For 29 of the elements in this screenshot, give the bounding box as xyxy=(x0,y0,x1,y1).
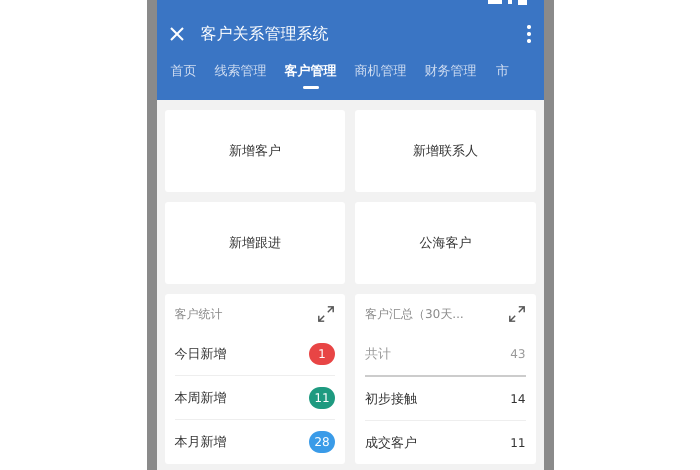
card-title: 客户汇总（30天... xyxy=(365,306,464,322)
nav-tab[interactable]: 线索管理 xyxy=(214,62,266,89)
card-title: 客户统计 xyxy=(174,306,222,322)
action-button[interactable]: 新增联系人 xyxy=(355,110,536,192)
app-title: 客户关系管理系统 xyxy=(200,24,330,44)
action-button[interactable]: 公海客户 xyxy=(355,202,536,284)
nav-tab[interactable]: 商机管理 xyxy=(354,62,406,89)
nav-tab[interactable]: 市 xyxy=(494,62,510,89)
count-badge: 28 xyxy=(309,430,335,452)
stage-label: 成交客户 xyxy=(365,434,417,452)
count-badge: 11 xyxy=(309,386,335,408)
action-button[interactable]: 新增跟进 xyxy=(164,202,345,284)
expand-icon[interactable] xyxy=(508,305,526,323)
stat-label: 本周新增 xyxy=(174,390,226,406)
stat-label: 本月新增 xyxy=(174,434,226,450)
nav-tab[interactable]: 首页 xyxy=(170,62,196,89)
nav-tab[interactable]: 客户管理 xyxy=(284,62,336,89)
stage-label: 初步接触 xyxy=(365,390,417,408)
expand-icon[interactable] xyxy=(317,305,335,323)
stat-label: 今日新增 xyxy=(174,346,226,362)
nav-tab[interactable]: 财务管理 xyxy=(424,62,476,89)
stage-count: 14 xyxy=(510,392,526,406)
action-button[interactable]: 新增客户 xyxy=(164,110,345,192)
stage-count: 11 xyxy=(510,436,526,450)
more-icon[interactable] xyxy=(526,24,532,44)
close-icon[interactable] xyxy=(168,26,184,42)
total-label: 共计 xyxy=(365,346,391,362)
total-count: 43 xyxy=(510,346,526,360)
count-badge: 1 xyxy=(309,342,335,364)
